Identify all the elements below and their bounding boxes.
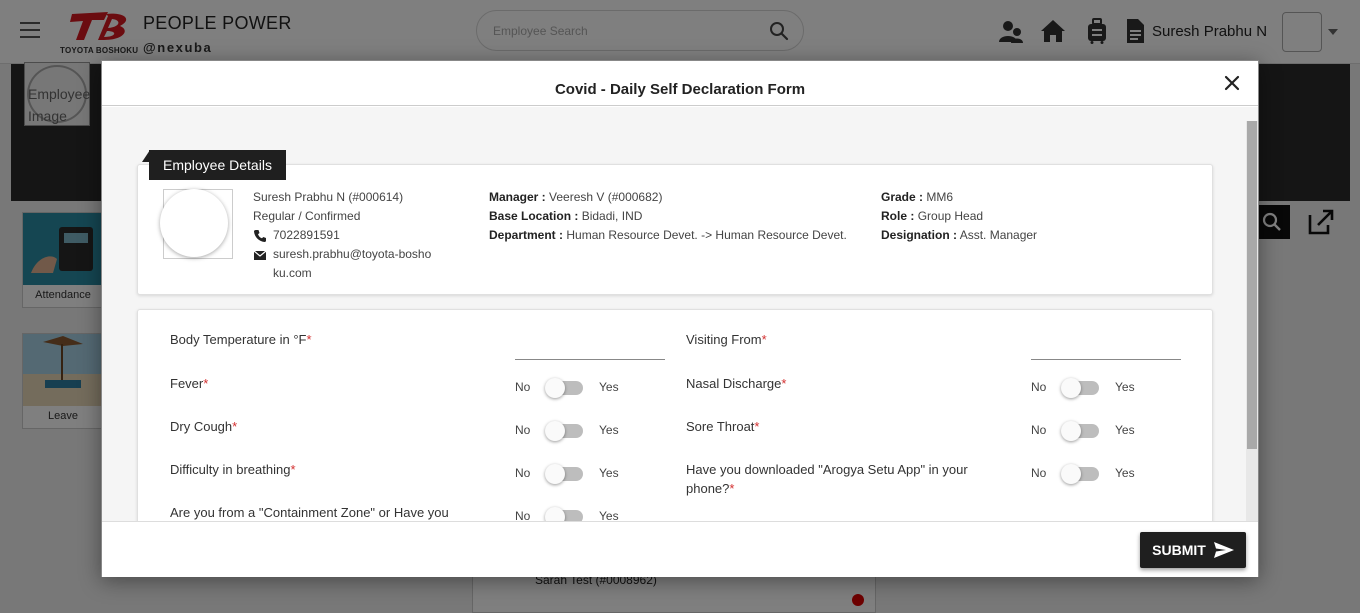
submit-label: SUBMIT xyxy=(1152,542,1206,558)
envelope-icon xyxy=(253,250,267,260)
manager-label: Manager : xyxy=(489,190,546,204)
fever-label: Fever* xyxy=(170,376,209,391)
sore-throat-no-label: No xyxy=(1031,423,1047,437)
arogya-setu-toggle[interactable] xyxy=(1061,464,1099,484)
employee-name-id: Suresh Prabhu N (#000614) xyxy=(253,190,404,204)
modal-footer: SUBMIT xyxy=(102,521,1258,577)
employee-grade-info: Grade : MM6 Role : Group Head Designatio… xyxy=(881,188,1141,245)
employee-status: Regular / Confirmed xyxy=(253,209,361,223)
fever-toggle[interactable] xyxy=(545,378,583,398)
modal-title: Covid - Daily Self Declaration Form xyxy=(554,81,806,98)
fever-yes-label: Yes xyxy=(599,380,619,394)
department-value: Human Resource Devet. -> Human Resource … xyxy=(566,228,847,242)
employee-org-info: Manager : Veeresh V (#000682) Base Locat… xyxy=(489,188,869,245)
difficulty-breathing-label: Difficulty in breathing* xyxy=(170,462,296,477)
department-label: Department : xyxy=(489,228,564,242)
arogya-setu-no-label: No xyxy=(1031,466,1047,480)
employee-details-heading: Employee Details xyxy=(149,150,286,180)
dry-cough-toggle[interactable] xyxy=(545,421,583,441)
containment-zone-yes-label: Yes xyxy=(599,509,619,521)
nasal-discharge-label: Nasal Discharge* xyxy=(686,376,787,391)
close-icon[interactable] xyxy=(1224,75,1240,91)
dry-cough-label: Dry Cough* xyxy=(170,419,238,434)
phone-icon xyxy=(254,229,266,242)
dry-cough-yes-label: Yes xyxy=(599,423,619,437)
body-temperature-label: Body Temperature in °F* xyxy=(170,332,312,347)
difficulty-breathing-yes-label: Yes xyxy=(599,466,619,480)
modal-scrollbar[interactable] xyxy=(1246,121,1258,521)
sore-throat-toggle[interactable] xyxy=(1061,421,1099,441)
modal-body: Employee Details Suresh Prabhu N (#00061… xyxy=(102,107,1258,521)
dry-cough-no-label: No xyxy=(515,423,531,437)
nasal-discharge-toggle[interactable] xyxy=(1061,378,1099,398)
employee-phone: 7022891591 xyxy=(273,228,340,242)
nasal-discharge-yes-label: Yes xyxy=(1115,380,1135,394)
covid-declaration-modal: Covid - Daily Self Declaration Form Empl… xyxy=(101,60,1259,577)
employee-details-card: Suresh Prabhu N (#000614) Regular / Conf… xyxy=(137,164,1213,295)
grade-label: Grade : xyxy=(881,190,924,204)
role-label: Role : xyxy=(881,209,915,223)
sore-throat-yes-label: Yes xyxy=(1115,423,1135,437)
containment-zone-no-label: No xyxy=(515,509,531,521)
grade-value: MM6 xyxy=(926,190,954,204)
containment-zone-toggle[interactable] xyxy=(545,507,583,521)
visiting-from-label: Visiting From* xyxy=(686,332,767,347)
visiting-from-input[interactable] xyxy=(1031,359,1181,360)
nasal-discharge-no-label: No xyxy=(1031,380,1047,394)
difficulty-breathing-no-label: No xyxy=(515,466,531,480)
sore-throat-label: Sore Throat* xyxy=(686,419,760,434)
submit-button[interactable]: SUBMIT xyxy=(1140,532,1246,568)
designation-label: Designation : xyxy=(881,228,958,242)
declaration-form-card: Body Temperature in °F* Fever* No Yes Dr… xyxy=(137,309,1213,521)
employee-email[interactable]: suresh.prabhu@toyota-boshoku.com xyxy=(273,245,433,283)
base-location-label: Base Location : xyxy=(489,209,579,223)
send-icon xyxy=(1213,542,1234,558)
scrollbar-thumb[interactable] xyxy=(1247,121,1257,449)
employee-basic-info: Suresh Prabhu N (#000614) Regular / Conf… xyxy=(253,188,453,283)
employee-photo xyxy=(160,189,233,259)
manager-value: Veeresh V (#000682) xyxy=(549,190,663,204)
arogya-setu-label: Have you downloaded "Arogya Setu App" in… xyxy=(686,462,968,496)
containment-zone-label: Are you from a "Containment Zone" or Hav… xyxy=(170,505,449,520)
designation-value: Asst. Manager xyxy=(959,228,1038,242)
base-location-value: Bidadi, IND xyxy=(581,209,643,223)
role-value: Group Head xyxy=(917,209,984,223)
body-temperature-input[interactable] xyxy=(515,359,665,360)
fever-no-label: No xyxy=(515,380,531,394)
modal-header: Covid - Daily Self Declaration Form xyxy=(102,61,1258,106)
difficulty-breathing-toggle[interactable] xyxy=(545,464,583,484)
arogya-setu-yes-label: Yes xyxy=(1115,466,1135,480)
